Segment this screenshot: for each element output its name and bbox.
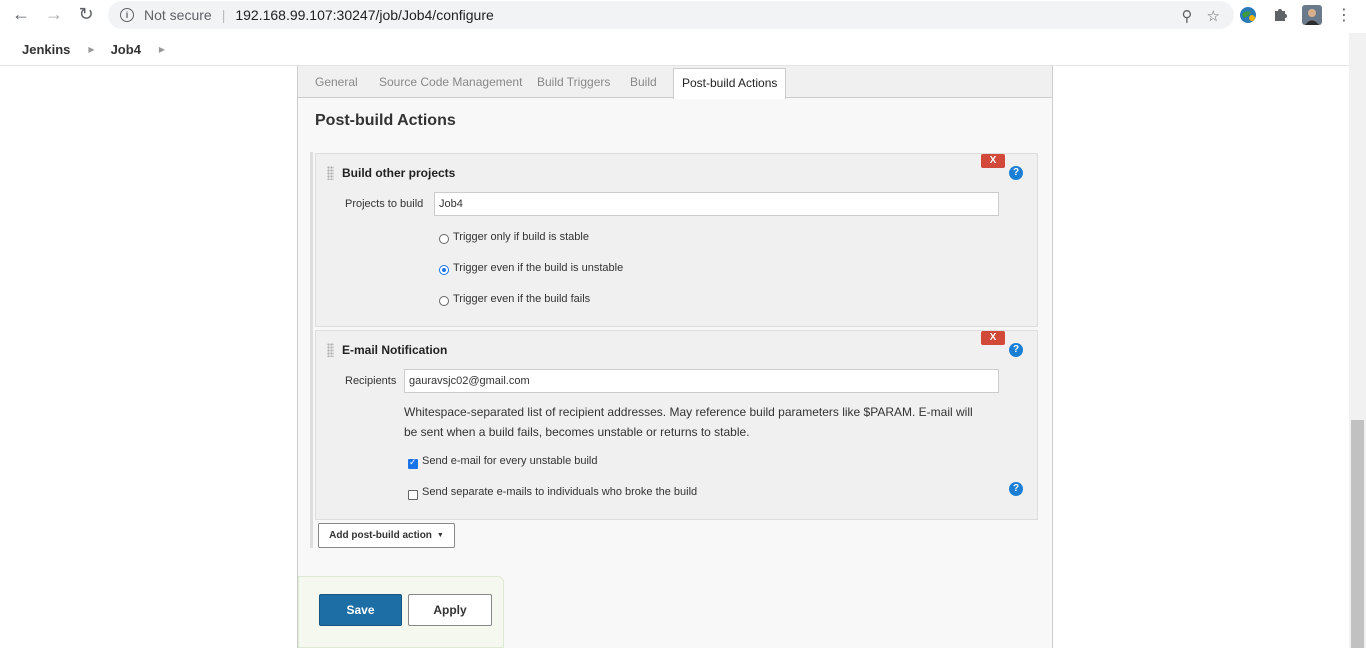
- recipients-input[interactable]: gauravsjc02@gmail.com: [404, 369, 999, 393]
- extensions-puzzle-icon[interactable]: [1270, 5, 1290, 25]
- trigger-stable-label[interactable]: Trigger only if build is stable: [453, 231, 589, 243]
- trigger-fails-label[interactable]: Trigger even if the build fails: [453, 293, 590, 305]
- config-tabs: General Source Code Management Build Tri…: [298, 66, 1052, 99]
- caret-down-icon: ▼: [436, 532, 444, 539]
- forward-icon[interactable]: →: [43, 3, 65, 25]
- url-text[interactable]: 192.168.99.107:30247/job/Job4/configure: [235, 7, 493, 23]
- projects-to-build-label: Projects to build: [345, 198, 424, 210]
- block-title: Build other projects: [342, 166, 456, 180]
- breadcrumb-arrow-icon[interactable]: ▶: [88, 45, 94, 54]
- apply-button[interactable]: Apply: [408, 594, 492, 626]
- tab-post-build-actions[interactable]: Post-build Actions: [673, 68, 787, 99]
- separate-email-label[interactable]: Send separate e-mails to individuals who…: [422, 486, 697, 498]
- trigger-stable-radio[interactable]: [439, 234, 449, 244]
- delete-button[interactable]: X: [981, 154, 1005, 168]
- section-left-bar: [310, 152, 313, 548]
- address-separator: |: [221, 7, 226, 23]
- block-title: E-mail Notification: [342, 343, 448, 357]
- drag-handle-icon[interactable]: [327, 166, 334, 180]
- build-other-projects-block: Build other projects X ? Projects to bui…: [315, 153, 1038, 327]
- breadcrumb: Jenkins ▶ Job4 ▶: [0, 33, 1366, 66]
- unstable-email-checkbox[interactable]: [408, 457, 418, 469]
- info-icon[interactable]: i: [120, 8, 134, 22]
- tab-build-triggers[interactable]: Build Triggers: [537, 75, 610, 89]
- recipients-description-line1: Whitespace-separated list of recipient a…: [404, 405, 973, 419]
- trigger-fails-radio[interactable]: [439, 296, 449, 306]
- trigger-unstable-radio[interactable]: [439, 265, 449, 275]
- help-icon[interactable]: ?: [1009, 166, 1023, 180]
- extension-globe-icon[interactable]: [1238, 5, 1258, 25]
- browser-menu-icon[interactable]: ⋮: [1334, 5, 1354, 25]
- add-post-build-action-button[interactable]: Add post-build action ▼: [318, 523, 455, 548]
- back-icon[interactable]: ←: [10, 3, 32, 25]
- unstable-email-label[interactable]: Send e-mail for every unstable build: [422, 455, 597, 467]
- profile-avatar[interactable]: [1302, 5, 1322, 25]
- email-notification-block: E-mail Notification X ? Recipients gaura…: [315, 330, 1038, 520]
- config-panel: General Source Code Management Build Tri…: [297, 66, 1053, 648]
- help-icon[interactable]: ?: [1009, 343, 1023, 357]
- recipients-description-line2: be sent when a build fails, becomes unst…: [404, 425, 750, 439]
- add-action-label: Add post-build action: [329, 530, 432, 541]
- section-title: Post-build Actions: [315, 112, 456, 129]
- breadcrumb-job[interactable]: Job4: [111, 42, 141, 57]
- delete-button[interactable]: X: [981, 331, 1005, 345]
- reload-icon[interactable]: ↻: [75, 3, 97, 25]
- breadcrumb-arrow-icon[interactable]: ▶: [159, 45, 165, 54]
- drag-handle-icon[interactable]: [327, 343, 334, 357]
- tab-general[interactable]: General: [315, 75, 358, 89]
- scrollbar-thumb[interactable]: [1351, 420, 1364, 648]
- projects-to-build-input[interactable]: Job4: [434, 192, 999, 216]
- recipients-label: Recipients: [345, 375, 397, 387]
- save-button[interactable]: Save: [319, 594, 402, 626]
- help-icon[interactable]: ?: [1009, 482, 1023, 496]
- tab-build[interactable]: Build: [630, 75, 657, 89]
- breadcrumb-jenkins[interactable]: Jenkins: [22, 42, 70, 57]
- separate-email-checkbox[interactable]: [408, 490, 418, 500]
- tab-source-code-management[interactable]: Source Code Management: [379, 75, 522, 89]
- trigger-unstable-label[interactable]: Trigger even if the build is unstable: [453, 262, 623, 274]
- bookmark-star-icon[interactable]: ☆: [1207, 7, 1220, 25]
- security-label: Not secure: [144, 7, 212, 23]
- zoom-icon[interactable]: ⚲: [1182, 7, 1193, 25]
- browser-toolbar: ← → ↻ i Not secure | 192.168.99.107:3024…: [0, 0, 1366, 30]
- address-bar[interactable]: i Not secure | 192.168.99.107:30247/job/…: [108, 1, 1234, 29]
